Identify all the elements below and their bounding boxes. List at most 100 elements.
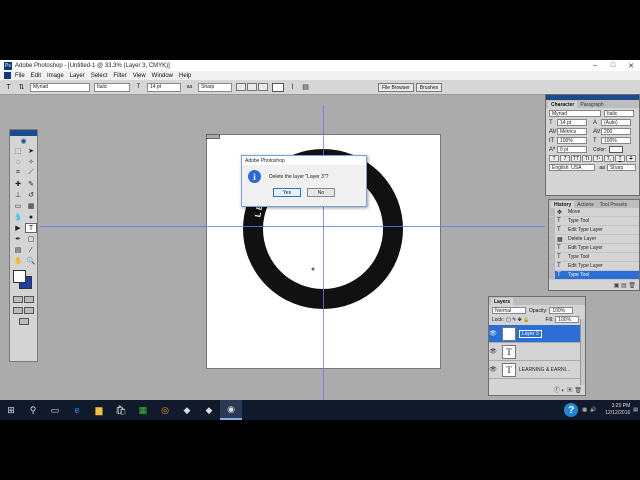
font-family-select[interactable]: Myriad: [30, 82, 90, 92]
help-icon[interactable]: ?: [564, 403, 579, 417]
search-icon[interactable]: ⚲: [22, 400, 44, 420]
standard-mode-button[interactable]: [12, 296, 23, 303]
eyedropper-icon[interactable]: ⁄: [25, 245, 37, 255]
underline-button[interactable]: T: [615, 155, 625, 162]
menu-view[interactable]: View: [133, 73, 146, 79]
history-item[interactable]: ▦ Delete Layer: [549, 235, 639, 244]
menu-help[interactable]: Help: [179, 73, 191, 79]
superscript-button[interactable]: T¹: [593, 155, 603, 162]
palettes-toggle-icon[interactable]: ▤: [301, 83, 310, 92]
eraser-tool-icon[interactable]: ▭: [12, 201, 24, 211]
tab-history[interactable]: History: [551, 201, 575, 208]
document-window-tab[interactable]: [206, 134, 220, 139]
layer-row[interactable]: 👁 T: [489, 343, 585, 361]
text-color-swatch[interactable]: [272, 82, 284, 92]
yes-button[interactable]: Yes: [273, 188, 301, 197]
tab-paragraph[interactable]: Paragraph: [577, 101, 606, 108]
app-icon-2[interactable]: ◆: [198, 400, 220, 420]
tab-tool-presets[interactable]: Tool Presets: [597, 201, 631, 208]
type-tool-icon[interactable]: T: [4, 83, 13, 92]
opacity-input[interactable]: 100%: [549, 307, 574, 314]
subscript-button[interactable]: T₁: [604, 155, 614, 162]
history-item[interactable]: T Type Tool: [549, 253, 639, 262]
excel-icon[interactable]: ▦: [132, 400, 154, 420]
history-item-selected[interactable]: T Type Tool: [549, 271, 639, 280]
char-kerning[interactable]: 200: [601, 128, 631, 135]
char-font-size[interactable]: 14 pt: [557, 119, 587, 126]
photoshop-taskbar-icon[interactable]: ◉: [220, 400, 242, 420]
char-baseline-shift[interactable]: 0 pt: [557, 146, 587, 153]
blend-mode-select[interactable]: Normal: [492, 307, 526, 314]
gradient-tool-icon[interactable]: ▦: [25, 201, 37, 211]
char-vertical-scale[interactable]: 100%: [557, 137, 587, 144]
tab-brushes[interactable]: Brushes: [415, 83, 443, 92]
quickmask-mode-button[interactable]: [24, 296, 35, 303]
char-color-swatch[interactable]: [609, 146, 624, 153]
align-left-button[interactable]: [236, 83, 246, 91]
slice-tool-icon[interactable]: ⟋: [25, 168, 37, 178]
menu-filter[interactable]: Filter: [113, 73, 126, 79]
chrome-icon[interactable]: ◎: [154, 400, 176, 420]
char-font-family[interactable]: Myriad: [549, 110, 601, 117]
small-caps-button[interactable]: Tt: [582, 155, 592, 162]
dodge-tool-icon[interactable]: ●: [25, 212, 37, 222]
file-explorer-icon[interactable]: ▆: [88, 400, 110, 420]
clone-stamp-icon[interactable]: ⊥: [12, 190, 24, 200]
maximize-icon[interactable]: □: [604, 60, 622, 71]
eye-icon[interactable]: 👁: [489, 330, 497, 337]
all-caps-button[interactable]: TT: [571, 155, 581, 162]
shape-tool-icon[interactable]: ▢: [25, 234, 37, 244]
menu-select[interactable]: Select: [91, 73, 108, 79]
layer-row-selected[interactable]: 👁 T Layer 3: [489, 325, 585, 343]
history-item[interactable]: T Edit Type Layer: [549, 262, 639, 271]
type-tool-icon-active[interactable]: T: [25, 223, 37, 233]
task-view-icon[interactable]: ▭: [44, 400, 66, 420]
magic-wand-icon[interactable]: ✧: [25, 157, 37, 167]
history-item[interactable]: T Type Tool: [549, 217, 639, 226]
layer-row[interactable]: 👁 T LEARNING & EARNI...: [489, 361, 585, 379]
zoom-tool-icon[interactable]: 🔍: [25, 256, 37, 266]
screen-mode-2-button[interactable]: [24, 307, 35, 314]
menu-image[interactable]: Image: [47, 73, 64, 79]
store-icon[interactable]: 🛍: [110, 400, 132, 420]
tab-actions[interactable]: Actions: [574, 201, 596, 208]
history-item[interactable]: T Edit Type Layer: [549, 226, 639, 235]
layer-name[interactable]: Layer 3: [519, 329, 542, 338]
hand-tool-icon[interactable]: ✋: [12, 256, 24, 266]
layer-name[interactable]: LEARNING & EARNI...: [519, 367, 570, 373]
color-swatches[interactable]: [12, 269, 35, 291]
menu-window[interactable]: Window: [152, 73, 173, 79]
eye-icon[interactable]: 👁: [489, 348, 497, 355]
tab-file-browser[interactable]: File Browser: [378, 83, 414, 92]
strikethrough-button[interactable]: T: [626, 155, 636, 162]
marquee-tool-icon[interactable]: ⬚: [12, 146, 24, 156]
imageready-button[interactable]: [18, 318, 29, 325]
warp-text-icon[interactable]: ⌇: [288, 83, 297, 92]
align-right-button[interactable]: [258, 83, 268, 91]
app-icon[interactable]: ◆: [176, 400, 198, 420]
char-language[interactable]: English: USA: [549, 164, 596, 171]
antialias-select[interactable]: Sharp: [198, 82, 232, 92]
align-center-button[interactable]: [247, 83, 257, 91]
layers-scrollbar[interactable]: [580, 319, 585, 385]
close-icon[interactable]: ✕: [622, 60, 640, 71]
lasso-tool-icon[interactable]: ◌: [12, 157, 24, 167]
lock-icons[interactable]: ▢ ✎ ✥ 🔒: [506, 317, 530, 323]
char-leading[interactable]: (Auto): [601, 119, 631, 126]
menu-edit[interactable]: Edit: [31, 73, 41, 79]
font-size-select[interactable]: 14 pt: [147, 82, 181, 92]
menu-file[interactable]: File: [15, 73, 25, 79]
edge-browser-icon[interactable]: e: [66, 400, 88, 420]
font-style-select[interactable]: Italic: [94, 82, 130, 92]
pen-tool-icon[interactable]: ✒: [12, 234, 24, 244]
history-item[interactable]: ✥ Move: [549, 208, 639, 217]
history-item[interactable]: T Edit Type Layer: [549, 244, 639, 253]
brush-tool-icon[interactable]: ✎: [25, 179, 37, 189]
healing-brush-icon[interactable]: ✚: [12, 179, 24, 189]
text-orientation-icon[interactable]: ⇅: [17, 83, 26, 92]
tab-character[interactable]: Character: [548, 101, 578, 108]
volume-icon[interactable]: 🔊: [590, 407, 596, 413]
blur-tool-icon[interactable]: 💧: [12, 212, 24, 222]
eye-icon[interactable]: 👁: [489, 366, 497, 373]
char-antialias[interactable]: Sharp: [606, 164, 636, 171]
